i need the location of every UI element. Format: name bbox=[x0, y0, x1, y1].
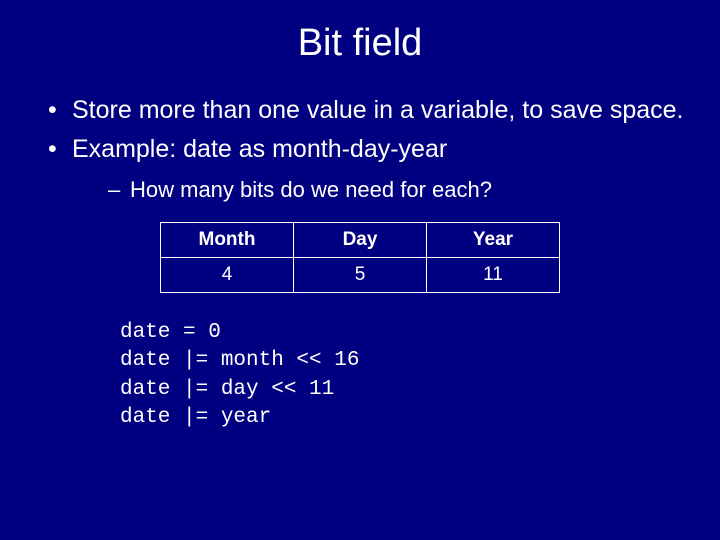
cell-month-bits: 4 bbox=[161, 258, 294, 293]
slide-body: Store more than one value in a variable,… bbox=[0, 95, 720, 432]
cell-year-bits: 11 bbox=[427, 258, 560, 293]
code-line: date = 0 bbox=[120, 321, 221, 344]
bullet-text: Example: date as month-day-year bbox=[72, 135, 447, 163]
col-header-day: Day bbox=[294, 223, 427, 258]
code-block: date = 0 date |= month << 16 date |= day… bbox=[28, 319, 692, 432]
col-header-month: Month bbox=[161, 223, 294, 258]
slide: Bit field Store more than one value in a… bbox=[0, 0, 720, 540]
cell-day-bits: 5 bbox=[294, 258, 427, 293]
bullet-item: Store more than one value in a variable,… bbox=[48, 95, 692, 126]
sub-bullet-item: How many bits do we need for each? bbox=[108, 176, 692, 205]
code-line: date |= day << 11 bbox=[120, 378, 334, 401]
bits-table: Month Day Year 4 5 11 bbox=[160, 222, 560, 293]
code-line: date |= month << 16 bbox=[120, 349, 359, 372]
table-header-row: Month Day Year bbox=[161, 223, 560, 258]
slide-title: Bit field bbox=[0, 0, 720, 95]
bullet-list: Store more than one value in a variable,… bbox=[28, 95, 692, 204]
col-header-year: Year bbox=[427, 223, 560, 258]
table-row: 4 5 11 bbox=[161, 258, 560, 293]
sub-bullet-list: How many bits do we need for each? bbox=[72, 176, 692, 205]
bits-table-wrap: Month Day Year 4 5 11 bbox=[160, 222, 560, 293]
code-line: date |= year bbox=[120, 406, 271, 429]
bullet-item: Example: date as month-day-year How many… bbox=[48, 134, 692, 204]
